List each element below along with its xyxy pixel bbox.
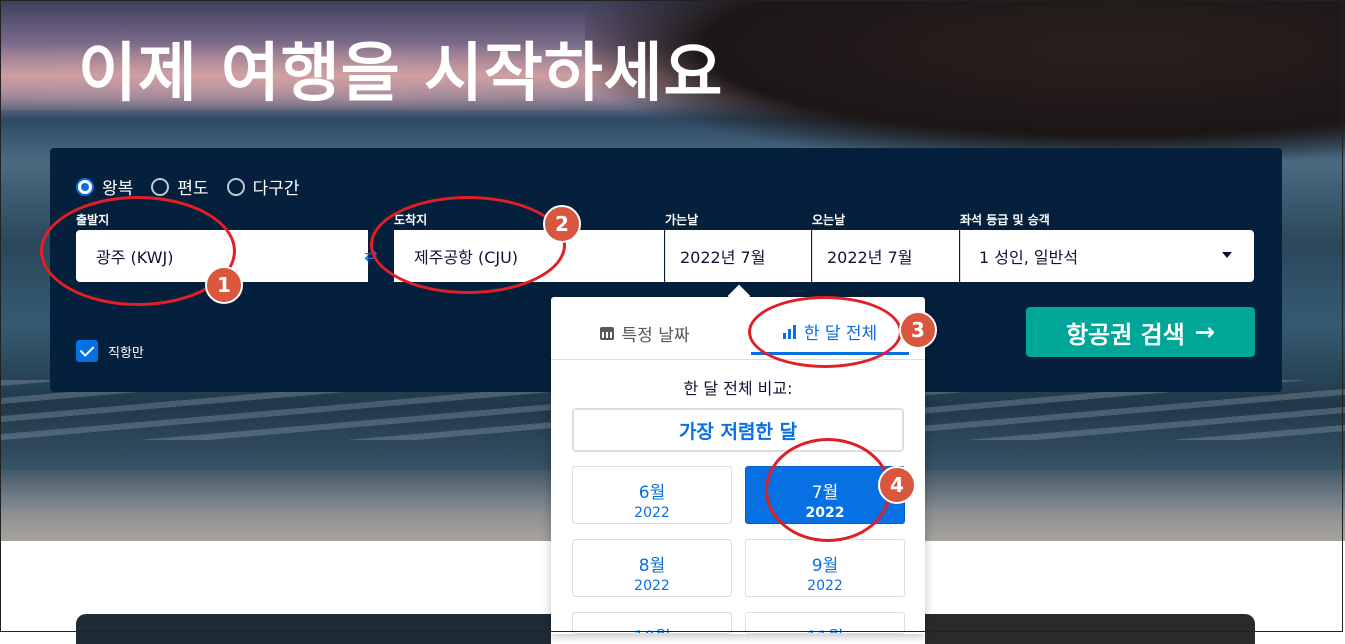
tab-label: 특정 날짜 [621, 325, 690, 346]
depart-label: 가는날 [665, 213, 699, 227]
trip-type-oneway[interactable]: 편도 [151, 174, 209, 199]
swap-icon[interactable]: ⇄ [360, 246, 382, 266]
radio-icon[interactable] [76, 177, 94, 196]
trip-type-group: 왕복 편도 다구간 [76, 174, 299, 199]
cheapest-month-button[interactable]: 가장 저렴한 달 [572, 408, 904, 452]
year-label: 2022 [634, 505, 670, 521]
radio-icon[interactable] [151, 177, 170, 196]
month-label: 8월 [638, 556, 666, 576]
return-date-input[interactable]: 2022년 7월 [812, 230, 959, 282]
trip-type-multicity[interactable]: 다구간 [226, 174, 300, 199]
trip-type-label: 다구간 [252, 179, 300, 199]
tab-whole-month[interactable]: 한 달 전체 [751, 311, 909, 355]
annotation-badge: 2 [543, 205, 581, 243]
cabin-value: 1 성인, 일반석 [979, 248, 1079, 267]
month-option-sep[interactable]: 9월 2022 [745, 539, 905, 597]
to-value: 제주공항 (CJU) [414, 248, 519, 267]
search-flights-button[interactable]: 항공권 검색 → [1026, 307, 1255, 357]
month-label: 10월 [579, 623, 725, 633]
annotation-badge: 4 [878, 466, 916, 504]
return-label: 오는날 [812, 213, 846, 227]
to-input[interactable]: 제주공항 (CJU) [394, 230, 664, 282]
bar-chart-icon [782, 324, 796, 339]
depart-value: 2022년 7월 [680, 248, 766, 267]
search-button-label: 항공권 검색 [1066, 320, 1185, 349]
annotation-badge: 3 [899, 311, 937, 349]
radio-icon[interactable] [226, 177, 245, 196]
chevron-down-icon [1222, 252, 1232, 258]
arrow-right-icon: → [1194, 318, 1215, 346]
direct-only-label: 직항만 [108, 345, 144, 361]
tab-label: 한 달 전체 [803, 324, 878, 344]
month-label: 11월 [752, 623, 898, 633]
year-label: 2022 [805, 505, 845, 521]
trip-type-label: 편도 [177, 179, 209, 199]
cabin-passenger-select[interactable]: 1 성인, 일반석 [960, 230, 1254, 282]
return-value: 2022년 7월 [827, 248, 913, 267]
compare-label: 한 달 전체 비교: [683, 379, 793, 398]
year-label: 2022 [634, 578, 670, 594]
trip-type-label: 왕복 [102, 179, 134, 199]
to-label: 도착지 [394, 213, 428, 227]
annotation-badge: 1 [205, 266, 243, 304]
content-card-right[interactable] [925, 614, 1255, 644]
month-label: 7월 [811, 483, 839, 503]
content-card-left[interactable] [76, 614, 551, 644]
checkbox-checked-icon[interactable] [76, 340, 98, 362]
date-picker-popover: 특정 날짜 한 달 전체 한 달 전체 비교: 가장 저렴한 달 6월 2022… [551, 297, 925, 634]
tab-divider [551, 359, 925, 360]
month-label: 6월 [638, 483, 666, 503]
month-option-nov[interactable]: 11월 2022 [745, 612, 905, 634]
trip-type-roundtrip[interactable]: 왕복 [76, 174, 133, 199]
hero-headline: 이제 여행을 시작하세요 [78, 37, 724, 111]
month-option-aug[interactable]: 8월 2022 [572, 539, 732, 597]
direct-only-checkbox[interactable]: 직항만 [76, 340, 144, 362]
from-label: 출발지 [76, 213, 110, 227]
month-option-jun[interactable]: 6월 2022 [572, 466, 732, 524]
month-option-oct[interactable]: 10월 2022 [572, 612, 732, 634]
month-label: 9월 [811, 556, 839, 576]
year-label: 2022 [807, 578, 843, 594]
depart-date-input[interactable]: 2022년 7월 [665, 230, 811, 282]
calendar-icon [599, 326, 614, 340]
from-value: 광주 (KWJ) [96, 248, 174, 267]
tab-specific-date[interactable]: 특정 날짜 [551, 311, 738, 355]
cabin-label: 좌석 등급 및 승객 [960, 213, 1050, 227]
